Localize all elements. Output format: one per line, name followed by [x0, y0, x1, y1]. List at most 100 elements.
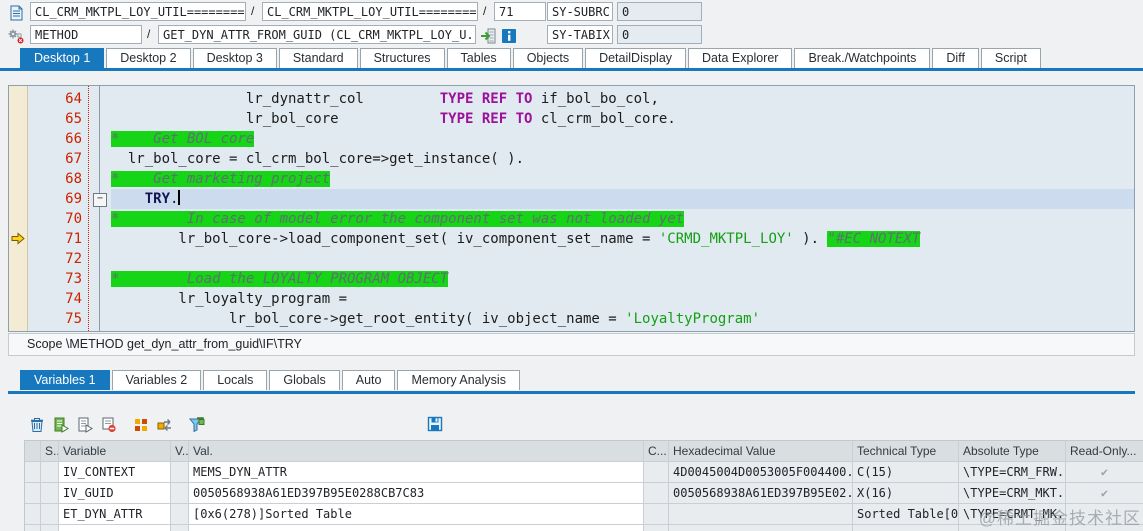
insert-row-icon[interactable]: [50, 414, 72, 436]
code-line[interactable]: lr_bol_core = cl_crm_bol_core=>get_insta…: [111, 149, 1134, 169]
tab-detaildisplay[interactable]: DetailDisplay: [585, 48, 687, 68]
event-name-field[interactable]: GET_DYN_ATTR_FROM_GUID (CL_CRM_MKTPL_LOY…: [158, 25, 476, 44]
sy-subrc-label-field[interactable]: SY-SUBRC: [547, 2, 613, 21]
code-line[interactable]: * Get marketing project: [111, 169, 1134, 189]
line-number[interactable]: 67: [28, 149, 88, 169]
save-layout-button[interactable]: [424, 413, 446, 435]
read-only-checkbox[interactable]: ✔: [1066, 483, 1143, 504]
scope-cell: [41, 525, 59, 531]
tab-break-watchpoints[interactable]: Break./Watchpoints: [794, 48, 931, 68]
fold-column: −: [89, 86, 111, 331]
code-line[interactable]: lr_dynattr_col TYPE REF TO if_bol_bo_col…: [111, 89, 1134, 109]
line-number[interactable]: 74: [28, 289, 88, 309]
tab-standard[interactable]: Standard: [278, 48, 358, 68]
sy-tabix-label-field[interactable]: SY-TABIX: [547, 25, 613, 44]
row-mark-cell[interactable]: [25, 504, 41, 525]
code-editor[interactable]: lr_dynattr_col TYPE REF TO if_bol_bo_col…: [111, 86, 1134, 331]
line-number[interactable]: 66: [28, 129, 88, 149]
watermark: @稀土掘金技术社区: [978, 509, 1141, 528]
tab-desktop-2[interactable]: Desktop 2: [106, 48, 191, 68]
line-number[interactable]: 72: [28, 249, 88, 269]
breakpoint-margin[interactable]: [9, 86, 28, 331]
tab-objects[interactable]: Objects: [512, 48, 584, 68]
tab-script[interactable]: Script: [980, 48, 1041, 68]
column-header-hexadecimal-value[interactable]: Hexadecimal Value: [669, 441, 853, 462]
column-header-absolute-type[interactable]: Absolute Type: [959, 441, 1066, 462]
tab-globals[interactable]: Globals: [269, 370, 340, 390]
code-line[interactable]: lr_bol_core->get_root_entity( iv_object_…: [111, 309, 1134, 329]
keyword: TYPE REF TO: [439, 111, 533, 127]
line-number[interactable]: 75: [28, 309, 88, 329]
variable-cell[interactable]: IV_GUID: [59, 483, 171, 504]
code-line[interactable]: * In case of model error the component s…: [111, 209, 1134, 229]
value-cell[interactable]: MEMS_DYN_ATTR: [189, 462, 644, 483]
table-row: [25, 525, 1143, 531]
line-number[interactable]: 65: [28, 109, 88, 129]
sy-tabix-value-field[interactable]: 0: [617, 25, 702, 44]
fold-row: −: [89, 189, 111, 209]
sy-subrc-value-field[interactable]: 0: [617, 2, 702, 21]
info-icon[interactable]: [499, 26, 519, 45]
line-number[interactable]: 68: [28, 169, 88, 189]
tab-variables-2[interactable]: Variables 2: [111, 370, 202, 390]
delete-icon[interactable]: [26, 414, 48, 436]
code-line[interactable]: TRY.: [111, 189, 1134, 209]
line-number[interactable]: 70: [28, 209, 88, 229]
copy-row-icon[interactable]: [74, 414, 96, 436]
tab-desktop-1[interactable]: Desktop 1: [20, 48, 105, 68]
tab-locals[interactable]: Locals: [203, 370, 268, 390]
code-line[interactable]: lr_bol_core->load_component_set( iv_comp…: [111, 229, 1134, 249]
column-header-c-[interactable]: C...: [644, 441, 669, 462]
line-number[interactable]: 73: [28, 269, 88, 289]
filter-icon[interactable]: [186, 414, 208, 436]
class-field[interactable]: CL_CRM_MKTPL_LOY_UTIL========...: [30, 2, 246, 21]
compare-icon[interactable]: [130, 414, 152, 436]
remove-row-icon[interactable]: [98, 414, 120, 436]
text-cursor: [178, 190, 181, 205]
value-cell[interactable]: [189, 525, 644, 531]
fold-row: [89, 169, 111, 189]
line-number-field[interactable]: 71: [494, 2, 546, 21]
value-cell[interactable]: [0x6(278)]Sorted Table: [189, 504, 644, 525]
row-mark-cell[interactable]: [25, 462, 41, 483]
tab-tables[interactable]: Tables: [446, 48, 511, 68]
separator: /: [483, 4, 487, 18]
swap-icon[interactable]: [154, 414, 176, 436]
column-header-variable[interactable]: Variable: [59, 441, 171, 462]
tab-auto[interactable]: Auto: [341, 370, 396, 390]
value-cell[interactable]: 0050568938A61ED397B95E0288CB7C83: [189, 483, 644, 504]
code-line[interactable]: lr_loyalty_program =: [111, 289, 1134, 309]
column-header-blank[interactable]: [25, 441, 41, 462]
row-mark-cell[interactable]: [25, 483, 41, 504]
column-header-s-[interactable]: S...: [41, 441, 59, 462]
read-only-checkbox[interactable]: ✔: [1066, 462, 1143, 483]
tab-structures[interactable]: Structures: [359, 48, 445, 68]
code-line[interactable]: [111, 249, 1134, 269]
column-header-val-[interactable]: Val.: [189, 441, 644, 462]
row-mark-cell[interactable]: [25, 525, 41, 531]
tab-data-explorer[interactable]: Data Explorer: [688, 48, 793, 68]
line-number[interactable]: 71: [28, 229, 88, 249]
column-header-v-[interactable]: V...: [171, 441, 189, 462]
code-line[interactable]: lr_bol_core TYPE REF TO cl_crm_bol_core.: [111, 109, 1134, 129]
column-header-technical-type[interactable]: Technical Type: [853, 441, 959, 462]
comment-text: * In case of model error the component s…: [111, 211, 685, 227]
variable-cell[interactable]: [59, 525, 171, 531]
event-kind-field[interactable]: METHOD: [30, 25, 142, 44]
tab-variables-1[interactable]: Variables 1: [20, 370, 110, 390]
line-number-gutter[interactable]: 64 65 66 67 68 69 70 71 72 73 74 75: [28, 86, 89, 331]
variable-cell[interactable]: IV_CONTEXT: [59, 462, 171, 483]
code-line[interactable]: * Load the LOYALTY PROGRAM OBJECT: [111, 269, 1134, 289]
column-header-read-only-[interactable]: Read-Only...: [1066, 441, 1143, 462]
variable-cell[interactable]: ET_DYN_ATTR: [59, 504, 171, 525]
fold-row: [89, 229, 111, 249]
tab-diff[interactable]: Diff: [932, 48, 979, 68]
goto-statement-icon[interactable]: [479, 26, 499, 45]
tab-memory-analysis[interactable]: Memory Analysis: [397, 370, 520, 390]
line-number[interactable]: 69: [28, 189, 88, 209]
collapse-block-icon[interactable]: −: [93, 193, 107, 207]
code-line[interactable]: * Get BOL core: [111, 129, 1134, 149]
line-number[interactable]: 64: [28, 89, 88, 109]
include-field[interactable]: CL_CRM_MKTPL_LOY_UTIL========...: [262, 2, 478, 21]
tab-desktop-3[interactable]: Desktop 3: [192, 48, 277, 68]
